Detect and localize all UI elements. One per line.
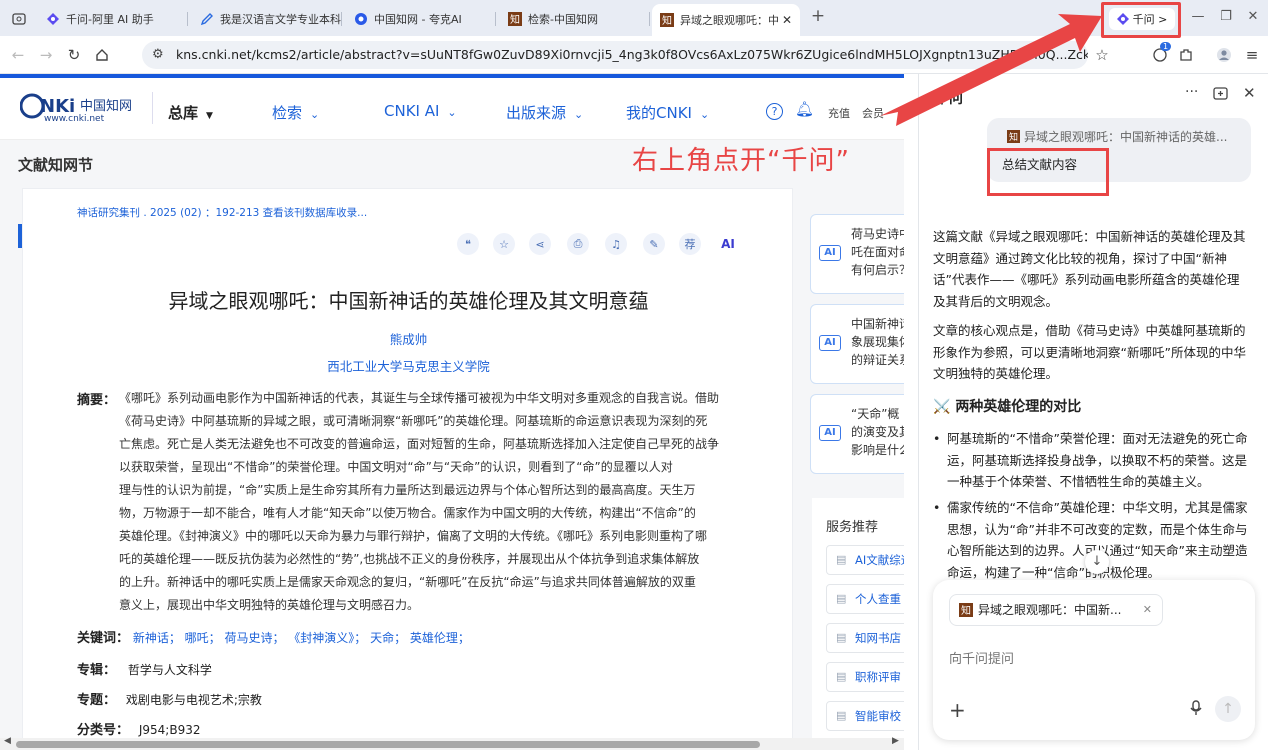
- highlight-box-qianwen-button: [1101, 2, 1181, 38]
- annotation-arrow: [880, 14, 1102, 126]
- highlight-box-user-message: [987, 148, 1109, 196]
- annotation-label: 右上角点开“千问”: [632, 146, 850, 176]
